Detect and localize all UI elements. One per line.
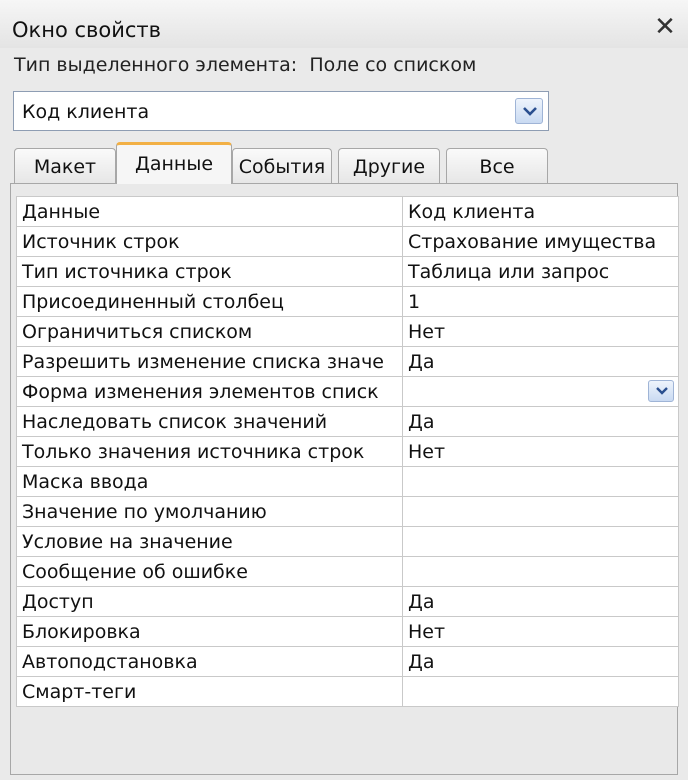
property-value[interactable] bbox=[402, 466, 679, 497]
property-value-text: Страхование имущества bbox=[408, 230, 657, 253]
property-sheet: Окно свойств ✕ Тип выделенного элемента:… bbox=[0, 0, 688, 780]
property-name: Источник строк bbox=[16, 226, 403, 257]
property-row[interactable]: Маска ввода bbox=[16, 466, 679, 497]
property-value[interactable]: Нет bbox=[402, 616, 679, 647]
property-value-text: Да bbox=[408, 350, 435, 373]
property-row[interactable]: Смарт-теги bbox=[16, 676, 679, 707]
property-row[interactable]: Тип источника строк Таблица или запрос bbox=[16, 256, 679, 287]
property-value[interactable] bbox=[402, 496, 679, 527]
property-row[interactable]: Условие на значение bbox=[16, 526, 679, 557]
property-row[interactable]: Ограничиться списком Нет bbox=[16, 316, 679, 347]
property-name: Доступ bbox=[16, 586, 403, 617]
tab-layout[interactable]: Макет bbox=[14, 148, 116, 184]
object-selector[interactable]: Код клиента bbox=[13, 91, 549, 131]
property-name: Маска ввода bbox=[16, 466, 403, 497]
property-value[interactable] bbox=[402, 556, 679, 587]
property-name: Присоединенный столбец bbox=[16, 286, 403, 317]
property-row[interactable]: Форма изменения элементов списк bbox=[16, 376, 679, 407]
property-value-text: Таблица или запрос bbox=[408, 260, 610, 283]
selection-type: Тип выделенного элемента: Поле со списко… bbox=[14, 54, 476, 76]
property-row[interactable]: Блокировка Нет bbox=[16, 616, 679, 647]
property-row[interactable]: Наследовать список значений Да bbox=[16, 406, 679, 437]
property-name: Данные bbox=[16, 196, 403, 227]
chevron-down-icon bbox=[523, 107, 537, 116]
selection-type-label: Тип выделенного элемента: bbox=[14, 54, 298, 76]
property-value[interactable]: 1 bbox=[402, 286, 679, 317]
property-name: Автоподстановка bbox=[16, 646, 403, 677]
property-value[interactable]: Таблица или запрос bbox=[402, 256, 679, 287]
property-name: Форма изменения элементов списк bbox=[16, 376, 403, 407]
property-name: Блокировка bbox=[16, 616, 403, 647]
property-value-text: Да bbox=[408, 650, 435, 673]
property-name: Только значения источника строк bbox=[16, 436, 403, 467]
property-value-text: Код клиента bbox=[408, 200, 536, 223]
property-row[interactable]: Доступ Да bbox=[16, 586, 679, 617]
property-value[interactable]: Да bbox=[402, 586, 679, 617]
property-row[interactable]: Сообщение об ошибке bbox=[16, 556, 679, 587]
property-value-text: Да bbox=[408, 410, 435, 433]
property-value[interactable]: Нет bbox=[402, 436, 679, 467]
property-value[interactable]: Да bbox=[402, 406, 679, 437]
property-value[interactable]: Страхование имущества bbox=[402, 226, 679, 257]
property-name: Тип источника строк bbox=[16, 256, 403, 287]
title-bar: Окно свойств ✕ bbox=[0, 0, 688, 48]
property-value[interactable]: Нет bbox=[402, 316, 679, 347]
chevron-down-icon bbox=[656, 387, 668, 395]
property-value-text: Нет bbox=[408, 320, 446, 343]
object-selector-value: Код клиента bbox=[22, 101, 150, 123]
tab-strip: Макет Данные События Другие Все bbox=[0, 140, 688, 184]
property-value[interactable] bbox=[402, 376, 679, 407]
tab-other[interactable]: Другие bbox=[338, 148, 440, 184]
property-row[interactable]: Данные Код клиента bbox=[16, 196, 679, 227]
property-name: Значение по умолчанию bbox=[16, 496, 403, 527]
property-value-text: Нет bbox=[408, 620, 446, 643]
property-row[interactable]: Значение по умолчанию bbox=[16, 496, 679, 527]
object-selector-dropdown-button[interactable] bbox=[515, 98, 543, 124]
selection-type-value: Поле со списком bbox=[309, 54, 477, 76]
property-name: Условие на значение bbox=[16, 526, 403, 557]
window-title: Окно свойств bbox=[12, 18, 162, 42]
property-value[interactable]: Да bbox=[402, 346, 679, 377]
property-value-text: Нет bbox=[408, 440, 446, 463]
tab-data[interactable]: Данные bbox=[116, 142, 232, 184]
property-name: Разрешить изменение списка значе bbox=[16, 346, 403, 377]
property-name: Наследовать список значений bbox=[16, 406, 403, 437]
property-name: Сообщение об ошибке bbox=[16, 556, 403, 587]
property-row[interactable]: Присоединенный столбец 1 bbox=[16, 286, 679, 317]
close-icon[interactable]: ✕ bbox=[652, 14, 678, 40]
property-value[interactable] bbox=[402, 676, 679, 707]
tab-all[interactable]: Все bbox=[446, 148, 548, 184]
property-value-text: Да bbox=[408, 590, 435, 613]
property-value[interactable]: Код клиента bbox=[402, 196, 679, 227]
property-row[interactable]: Автоподстановка Да bbox=[16, 646, 679, 677]
property-name: Ограничиться списком bbox=[16, 316, 403, 347]
property-value[interactable] bbox=[402, 526, 679, 557]
property-row[interactable]: Разрешить изменение списка значе Да bbox=[16, 346, 679, 377]
property-dropdown-button[interactable] bbox=[648, 380, 674, 402]
tab-events[interactable]: События bbox=[232, 148, 332, 184]
property-row[interactable]: Источник строк Страхование имущества bbox=[16, 226, 679, 257]
property-name: Смарт-теги bbox=[16, 676, 403, 707]
property-row[interactable]: Только значения источника строк Нет bbox=[16, 436, 679, 467]
property-grid: Данные Код клиента Источник строк Страхован… bbox=[16, 196, 679, 707]
property-value-text: 1 bbox=[408, 290, 421, 313]
property-value[interactable]: Да bbox=[402, 646, 679, 677]
